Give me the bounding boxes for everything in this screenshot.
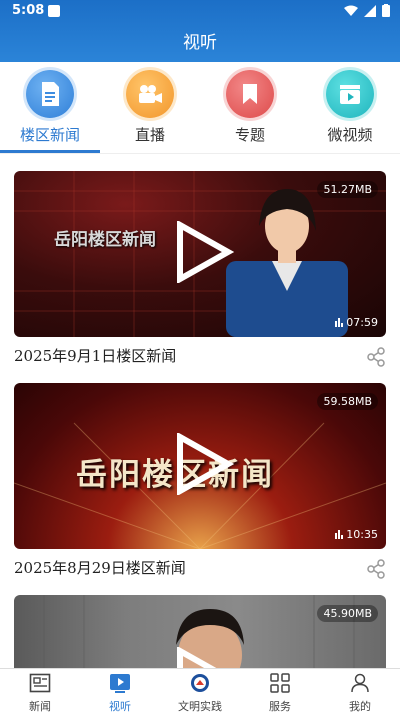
bottom-tab-service[interactable]: 服务 xyxy=(240,673,320,712)
civilization-badge-icon xyxy=(191,674,209,692)
app-header: 5:08 视听 xyxy=(0,0,400,62)
video-title[interactable]: 2025年8月29日楼区新闻 xyxy=(14,557,186,578)
signal-icon xyxy=(364,4,376,17)
video-thumbnail[interactable]: 岳阳楼区新闻 59.58MB 10:35 xyxy=(14,383,386,549)
battery-icon xyxy=(382,4,390,17)
bottom-tab-label: 视听 xyxy=(109,700,131,712)
clapperboard-icon xyxy=(326,70,374,118)
newspaper-icon xyxy=(29,673,51,693)
tab-label: 微视频 xyxy=(327,126,373,144)
duration-text: 07:59 xyxy=(346,316,378,329)
tab-louqu-news[interactable]: 楼区新闻 xyxy=(0,70,100,145)
grid-icon xyxy=(270,673,290,693)
bottom-tab-label: 我的 xyxy=(349,700,371,712)
tab-label: 楼区新闻 xyxy=(19,126,80,144)
tab-micro-video[interactable]: 微视频 xyxy=(300,70,400,145)
bottom-tab-bar: 新闻 视听 文明实践 服务 我的 xyxy=(0,668,400,712)
bottom-tab-news[interactable]: 新闻 xyxy=(0,673,80,712)
notification-icon xyxy=(48,5,60,17)
video-thumbnail[interactable]: 岳阳楼区新闻 51.27MB 07:59 xyxy=(14,171,386,337)
play-icon[interactable] xyxy=(174,647,234,668)
bottom-tab-audiovisual[interactable]: 视听 xyxy=(80,673,160,712)
duration-label: 10:35 xyxy=(335,528,378,541)
play-tv-icon xyxy=(110,674,130,693)
status-icons xyxy=(344,4,390,17)
share-icon[interactable] xyxy=(366,559,386,579)
file-size-badge: 45.90MB xyxy=(317,605,378,622)
thumbnail-overlay-text: 岳阳楼区新闻 xyxy=(54,230,156,250)
video-card[interactable]: 45.90MB xyxy=(14,595,386,668)
person-icon xyxy=(351,673,369,693)
category-nav: 楼区新闻 直播 专题 微视频 xyxy=(0,62,400,154)
file-size-badge: 59.58MB xyxy=(317,393,378,410)
video-camera-icon xyxy=(126,70,174,118)
video-card[interactable]: 岳阳楼区新闻 59.58MB 10:35 2025年8月29日楼区新闻 xyxy=(14,383,386,579)
bars-icon xyxy=(335,530,344,539)
wifi-icon xyxy=(344,5,358,16)
bottom-tab-civilization[interactable]: 文明实践 xyxy=(160,673,240,712)
duration-label: 07:59 xyxy=(335,316,378,329)
tab-live[interactable]: 直播 xyxy=(100,70,200,145)
status-time: 5:08 xyxy=(12,3,45,18)
play-icon[interactable] xyxy=(174,433,234,495)
bottom-tab-label: 新闻 xyxy=(29,700,51,712)
bars-icon xyxy=(335,318,344,327)
bottom-tab-mine[interactable]: 我的 xyxy=(320,673,400,712)
active-tab-indicator xyxy=(0,150,100,153)
document-icon xyxy=(26,70,74,118)
tab-special[interactable]: 专题 xyxy=(200,70,300,145)
tab-label: 直播 xyxy=(134,126,165,144)
bookmark-icon xyxy=(226,70,274,118)
duration-text: 10:35 xyxy=(346,528,378,541)
page-title: 视听 xyxy=(183,33,217,53)
tab-label: 专题 xyxy=(234,126,265,144)
video-thumbnail[interactable]: 45.90MB xyxy=(14,595,386,668)
video-title[interactable]: 2025年9月1日楼区新闻 xyxy=(14,345,176,366)
share-icon[interactable] xyxy=(366,347,386,367)
status-bar: 5:08 xyxy=(0,0,400,24)
file-size-badge: 51.27MB xyxy=(317,181,378,198)
bottom-tab-label: 文明实践 xyxy=(178,700,222,712)
bottom-tab-label: 服务 xyxy=(269,700,291,712)
play-icon[interactable] xyxy=(174,221,234,283)
video-card[interactable]: 岳阳楼区新闻 51.27MB 07:59 2025年9月1日楼区新闻 xyxy=(14,171,386,367)
